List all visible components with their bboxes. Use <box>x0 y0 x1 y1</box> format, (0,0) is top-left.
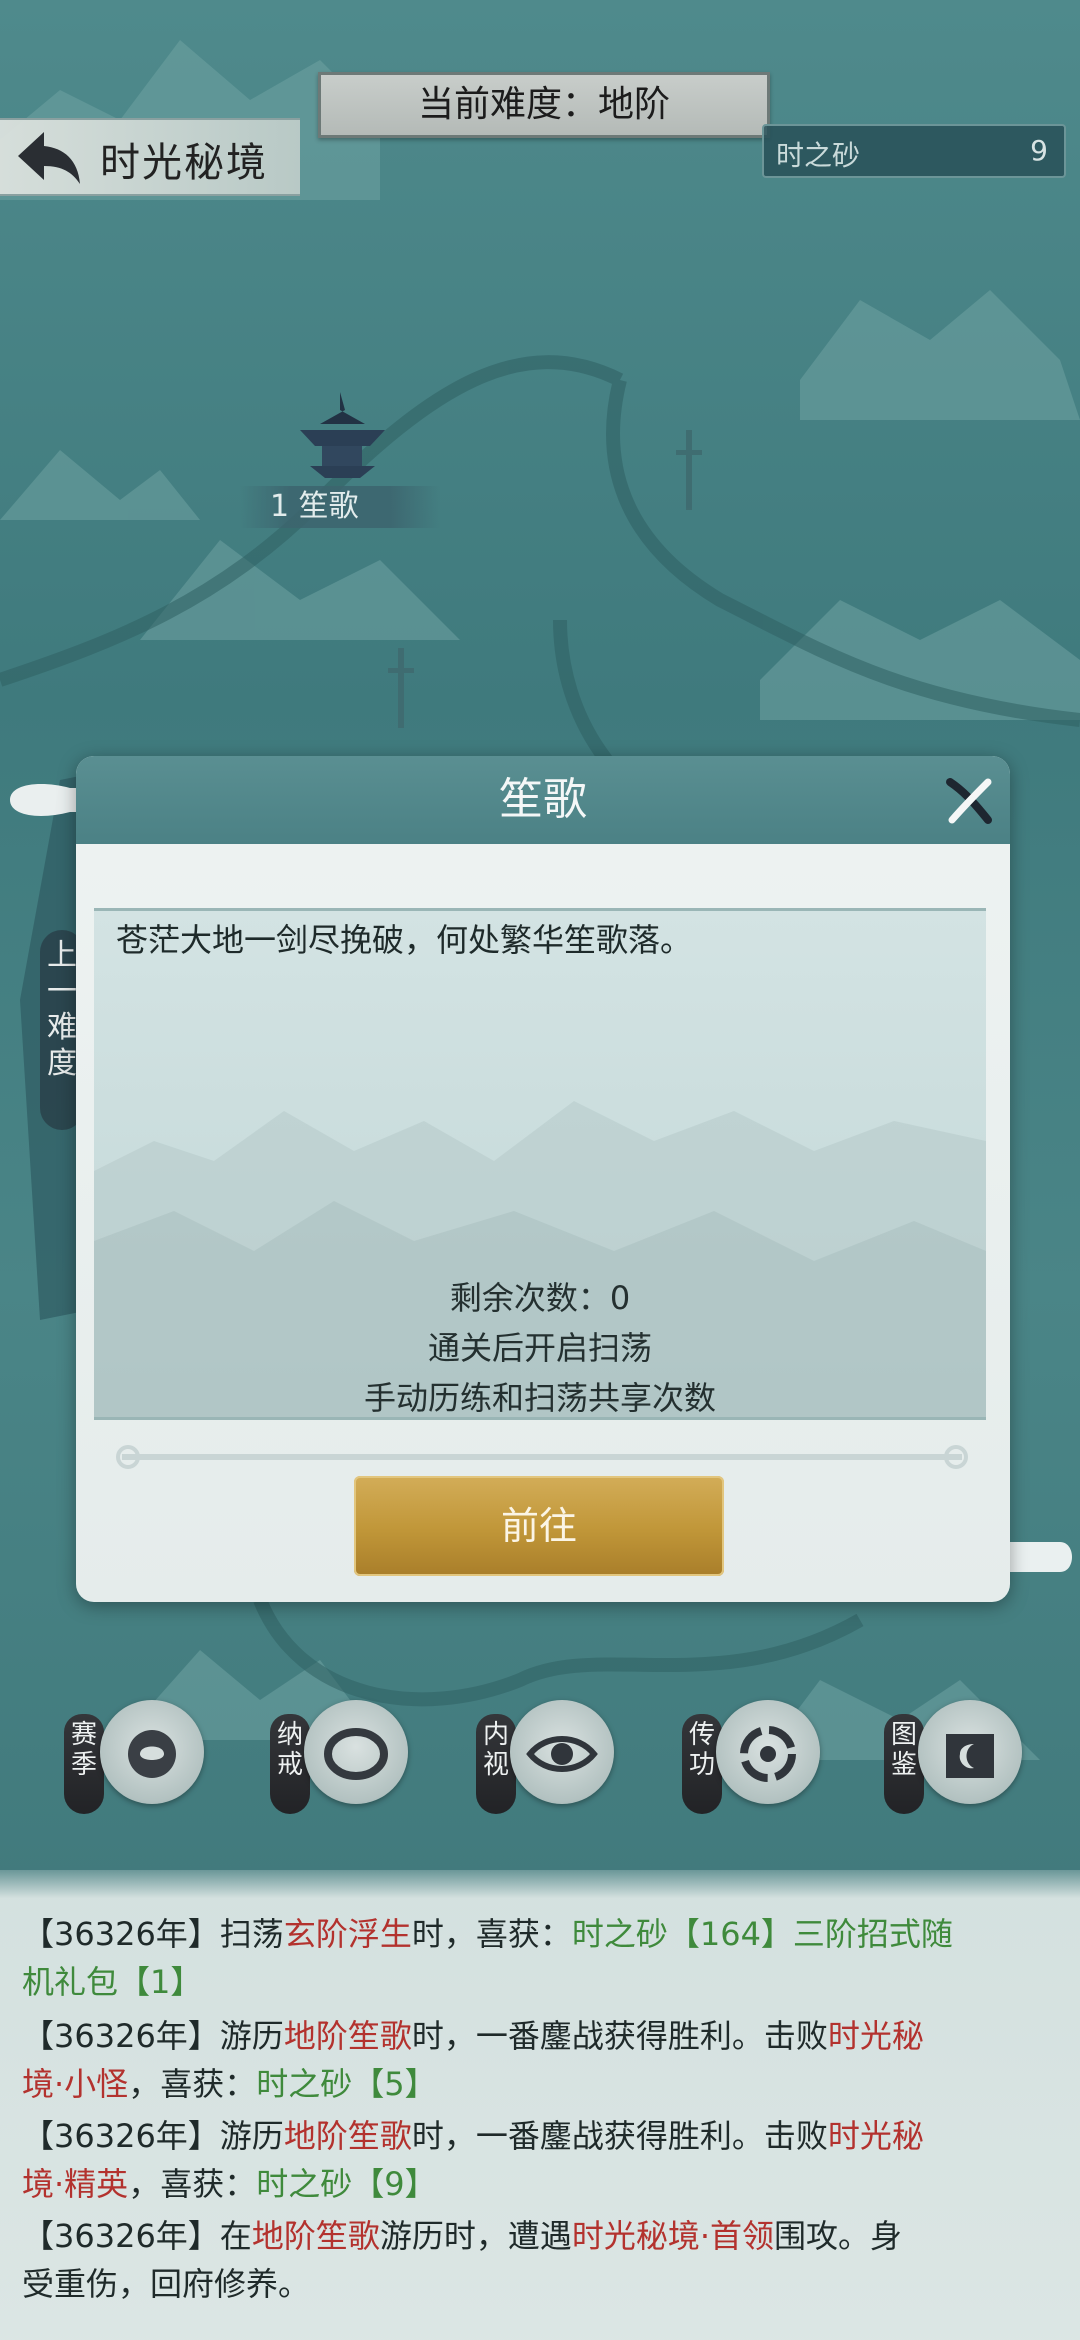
eye-icon <box>526 1736 598 1772</box>
remaining-attempts: 剩余次数：0 <box>449 1279 631 1317</box>
stage-info-panel: 苍茫大地一剑尽挽破，何处繁华笙歌落。 剩余次数：0 通关后开启扫荡 手动历练和扫… <box>94 908 986 1420</box>
map-node-label[interactable]: 1 笙歌 <box>240 486 440 528</box>
season-button[interactable] <box>100 1700 210 1810</box>
ring-button[interactable] <box>304 1700 414 1810</box>
back-arrow-icon[interactable] <box>14 126 84 188</box>
previous-difficulty-label: 上一难度 <box>47 938 77 1081</box>
difficulty-banner: 当前难度：地阶 <box>318 72 770 138</box>
book-icon <box>946 1734 994 1778</box>
back-bar[interactable]: 时光秘境 <box>0 118 300 196</box>
pagoda-icon <box>300 392 385 478</box>
currency-counter: 时之砂 9 <box>762 124 1066 178</box>
transfer-button[interactable] <box>716 1700 826 1810</box>
stage-description: 苍茫大地一剑尽挽破，何处繁华笙歌落。 <box>116 921 693 959</box>
log-entry: 【36326年】扫荡玄阶浮生时，喜获：时之砂【164】三阶招式随 机礼包【1】 <box>22 1915 953 2001</box>
scroll-divider <box>116 1445 968 1469</box>
log-entry: 【36326年】游历地阶笙歌时，一番鏖战获得胜利。击败时光秘 境·小怪，喜获：时… <box>22 2017 924 2103</box>
close-icon[interactable] <box>942 774 996 828</box>
currency-name: 时之砂 <box>776 139 861 172</box>
page-title: 时光秘境 <box>100 140 268 186</box>
dialog-title: 笙歌 <box>499 774 587 825</box>
codex-button[interactable] <box>918 1700 1028 1810</box>
go-button[interactable]: 前往 <box>354 1476 724 1576</box>
season-icon <box>128 1730 176 1778</box>
ring-icon <box>324 1728 388 1780</box>
tool-tag-season: 赛季 <box>64 1714 104 1814</box>
log-entry: 【36326年】游历地阶笙歌时，一番鏖战获得胜利。击败时光秘 境·精英，喜获：时… <box>22 2117 924 2203</box>
event-log: 【36326年】扫荡玄阶浮生时，喜获：时之砂【164】三阶招式随 机礼包【1】 … <box>0 1870 1080 2340</box>
sweep-unlock-note: 通关后开启扫荡 <box>427 1329 652 1367</box>
stage-dialog: 笙歌 苍茫大地一剑尽挽破，何处繁华笙歌落。 剩余次数：0 通关后开启扫荡 手动历… <box>76 756 1010 1602</box>
shared-attempts-note: 手动历练和扫荡共享次数 <box>363 1379 716 1417</box>
log-entry: 【36326年】在地阶笙歌游历时，遭遇时光秘境·首领围攻。身 受重伤，回府修养。 <box>22 2217 903 2303</box>
inner-vision-button[interactable] <box>510 1700 620 1810</box>
transfer-icon <box>740 1726 796 1782</box>
currency-count: 9 <box>1030 134 1048 167</box>
